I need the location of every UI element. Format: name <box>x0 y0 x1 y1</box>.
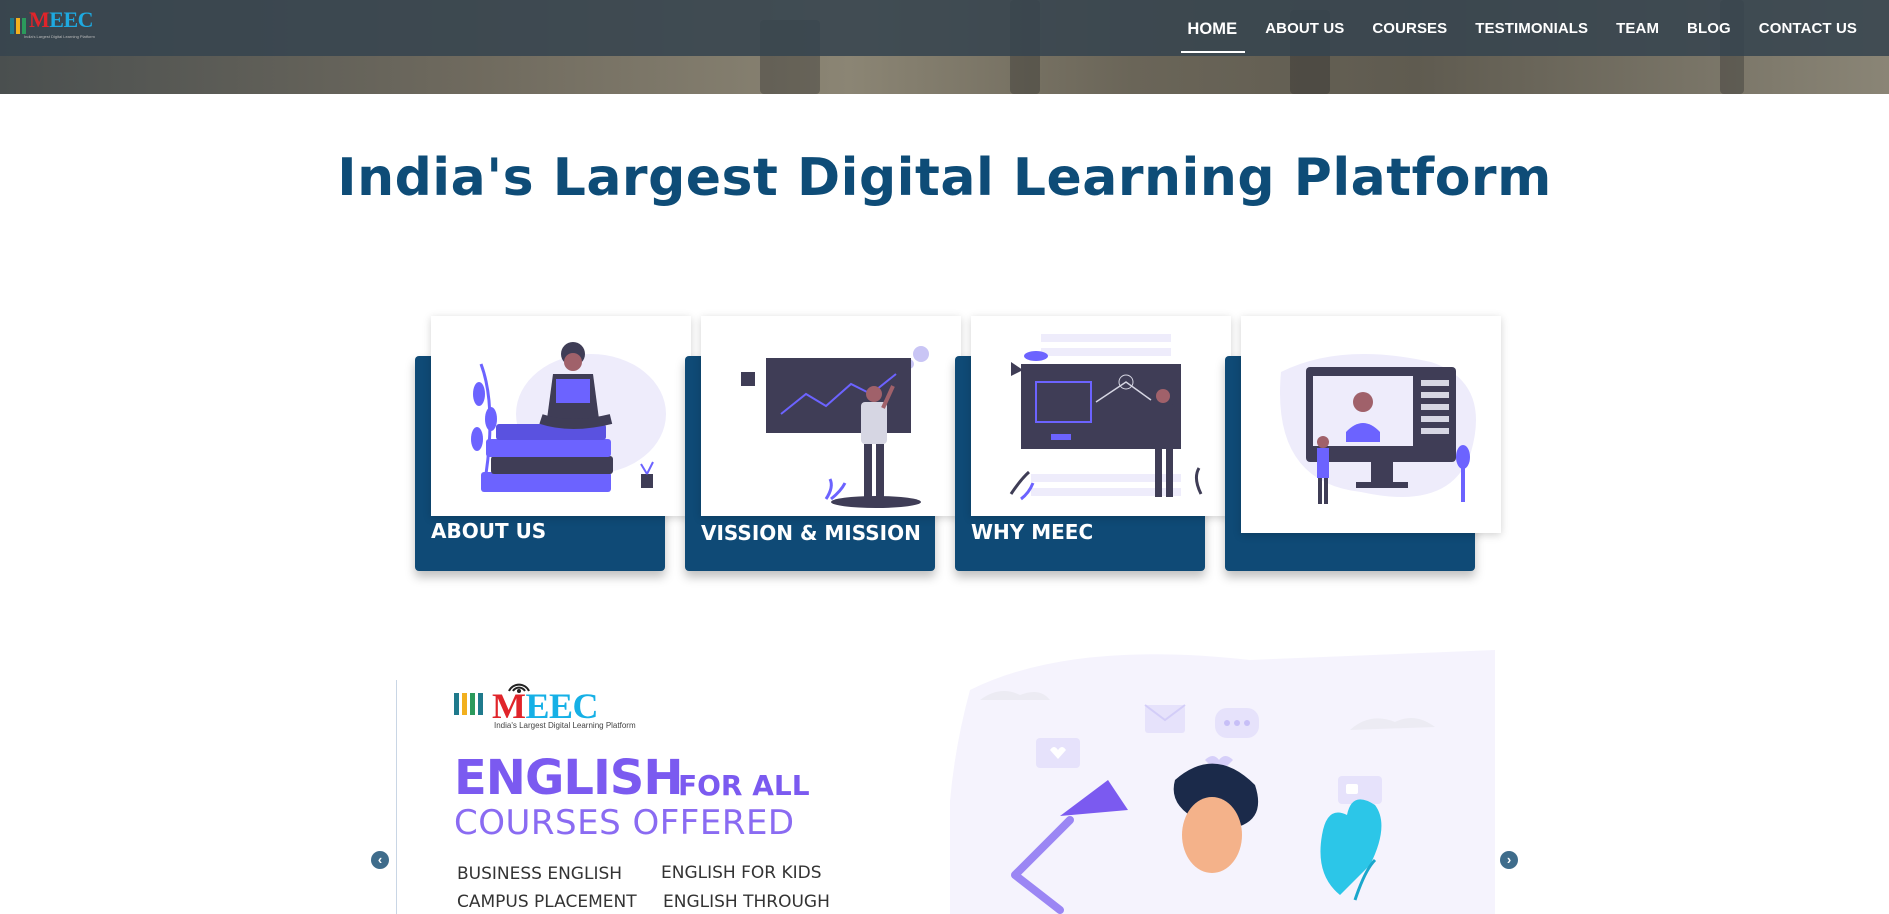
slide-headline: ENGLISH <box>454 750 684 806</box>
chevron-left-icon: ‹ <box>377 852 383 867</box>
logo-bars-icon <box>454 693 483 715</box>
carousel-prev-button[interactable]: ‹ <box>371 851 389 869</box>
student-laptop-illustration-icon <box>947 650 1495 914</box>
nav-blog[interactable]: BLOG <box>1673 4 1745 52</box>
slide-logo: MEEC India's Largest Digital Learning Pl… <box>454 683 644 733</box>
carousel-next-button[interactable]: › <box>1500 851 1518 869</box>
card-our-educators[interactable]: OUR EDUCATORS <box>1225 316 1501 576</box>
slide-divider <box>396 680 397 914</box>
slide-logo-letters-eec: EEC <box>525 686 599 726</box>
logo-letter-m: M <box>29 7 50 32</box>
nav-about-us[interactable]: ABOUT US <box>1251 4 1358 52</box>
slide-logo-letter-m: M <box>492 686 526 726</box>
course-item: BUSINESS ENGLISH <box>457 864 623 884</box>
course-item: ENGLISH THROUGH <box>663 892 830 912</box>
logo-letters-eec: EEC <box>49 7 94 32</box>
logo-tagline: India's Largest Digital Learning Platfor… <box>24 34 95 39</box>
page-title: India's Largest Digital Learning Platfor… <box>337 148 1552 208</box>
slide-headline-suffix: FOR ALL <box>678 769 810 802</box>
card-label: ABOUT US <box>431 519 547 543</box>
card-about-us[interactable]: ABOUT US <box>415 316 691 576</box>
nav-testimonials[interactable]: TESTIMONIALS <box>1461 4 1602 52</box>
teacher-blackboard-illustration-icon <box>971 316 1231 516</box>
chart-board-illustration-icon <box>701 316 961 516</box>
nav-contact-us[interactable]: CONTACT US <box>1745 4 1871 52</box>
main-nav: HOME ABOUT US COURSES TESTIMONIALS TEAM … <box>1173 0 1871 56</box>
reading-woman-illustration-icon <box>431 316 691 516</box>
nav-team[interactable]: TEAM <box>1602 4 1673 52</box>
video-lecture-illustration-icon <box>1241 316 1501 533</box>
nav-courses[interactable]: COURSES <box>1358 4 1461 52</box>
site-logo[interactable]: MEEC India's Largest Digital Learning Pl… <box>10 8 116 42</box>
card-vission-mission[interactable]: VISSION & MISSION <box>685 316 961 576</box>
course-item: CAMPUS PLACEMENT <box>457 892 637 912</box>
card-label: OUR EDUCATORS <box>1241 506 1433 530</box>
card-why-meec[interactable]: WHY MEEC <box>955 316 1231 576</box>
navbar: MEEC India's Largest Digital Learning Pl… <box>0 0 1889 56</box>
card-label: VISSION & MISSION <box>701 521 921 545</box>
course-item: ENGLISH FOR KIDS <box>661 863 822 883</box>
slide-logo-tagline: India's Largest Digital Learning Platfor… <box>494 721 636 730</box>
slide-subheadline: COURSES OFFERED <box>454 803 795 843</box>
card-label: WHY MEEC <box>971 520 1094 544</box>
chevron-right-icon: › <box>1506 852 1512 867</box>
logo-bars-icon <box>10 18 26 34</box>
nav-home[interactable]: HOME <box>1173 4 1251 53</box>
